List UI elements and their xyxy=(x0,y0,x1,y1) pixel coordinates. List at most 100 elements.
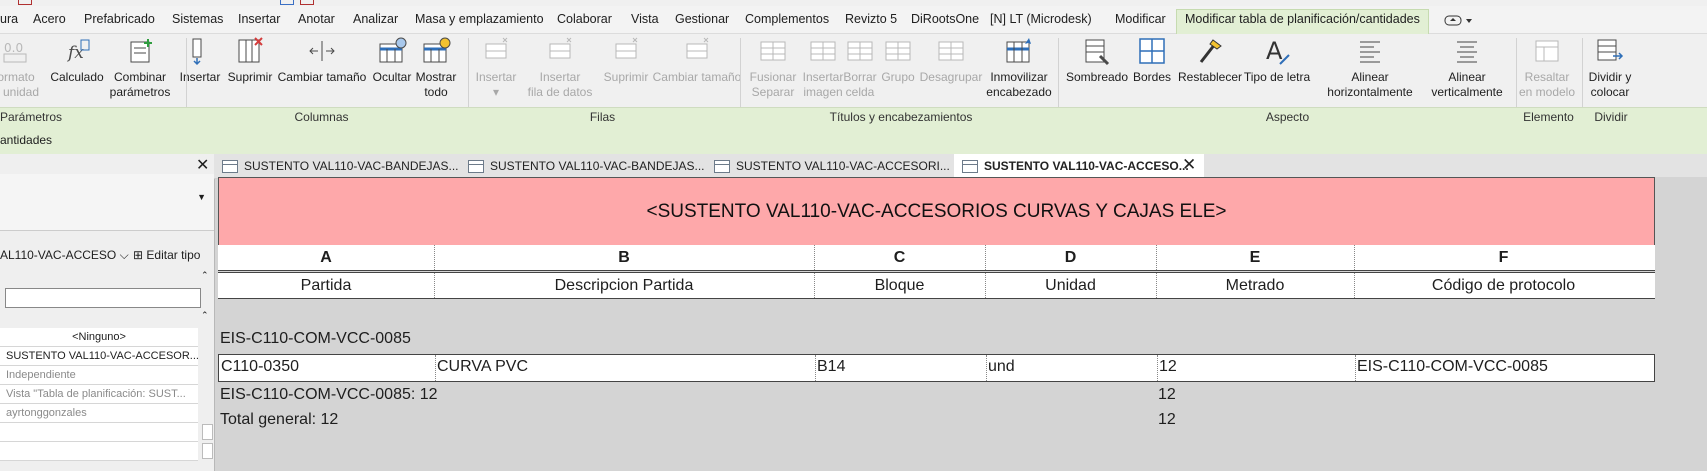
align-horizontal-icon xyxy=(1360,41,1380,63)
property-row[interactable]: ayrtonggonzales xyxy=(0,404,198,423)
menu-item-active[interactable]: Modificar tabla de planificación/cantida… xyxy=(1176,9,1429,34)
grand-total-value[interactable]: 12 xyxy=(1158,411,1176,429)
group-footer-label[interactable]: EIS-C110-COM-VCC-0085: 12 xyxy=(220,386,438,404)
column-letter[interactable]: B xyxy=(434,245,815,270)
alinear-button[interactable]: Alinear horizontalmente xyxy=(1325,36,1415,100)
property-row[interactable] xyxy=(0,442,198,461)
menu-item[interactable]: Modificar xyxy=(1115,12,1166,26)
qa-icon[interactable] xyxy=(280,0,294,5)
cell-unidad[interactable]: und xyxy=(986,355,1158,381)
menu-item[interactable]: Insertar xyxy=(238,12,280,26)
menu-item[interactable]: Colaborar xyxy=(557,12,612,26)
collapse-icon[interactable]: ⌃ xyxy=(201,310,209,321)
header-cell[interactable]: Descripcion Partida xyxy=(434,273,815,298)
tipo-de-letra-button[interactable]: A Tipo de letra xyxy=(1232,36,1322,85)
menu-item[interactable]: Sistemas xyxy=(172,12,223,26)
menu-item[interactable]: [N] LT (Microdesk) xyxy=(990,12,1092,26)
menu-item[interactable]: Gestionar xyxy=(675,12,729,26)
property-row[interactable]: Independiente xyxy=(0,366,198,385)
chevron-down-icon[interactable]: ⌵ xyxy=(120,248,129,262)
button-label-line2: verticalmente xyxy=(1431,85,1503,99)
property-row[interactable] xyxy=(0,423,198,442)
qa-icon[interactable] xyxy=(300,0,314,5)
column-letter[interactable]: E xyxy=(1156,245,1355,270)
context-bar: antidades xyxy=(0,126,1707,155)
header-cell[interactable]: Bloque xyxy=(814,273,986,298)
header-cell[interactable]: Metrado xyxy=(1156,273,1355,298)
close-tab-icon[interactable]: ✕ xyxy=(1182,155,1196,175)
highlight-in-model-icon xyxy=(1535,40,1559,62)
type-selector-dropdown[interactable]: ▼ xyxy=(0,174,214,231)
insert-data-row-icon xyxy=(549,37,572,59)
menu-item[interactable]: Analizar xyxy=(353,12,398,26)
group-footer-value[interactable]: 12 xyxy=(1158,386,1176,404)
close-icon[interactable]: ✕ xyxy=(196,155,209,175)
cell-metrado[interactable]: 12 xyxy=(1157,355,1356,381)
schedule-title[interactable]: <SUSTENTO VAL110-VAC-ACCESORIOS CURVAS Y… xyxy=(218,177,1655,246)
menu-item[interactable]: Complementos xyxy=(745,12,829,26)
column-letter[interactable]: C xyxy=(814,245,986,270)
cell-descripcion[interactable]: CURVA PVC xyxy=(435,355,816,381)
view-tab[interactable]: SUSTENTO VAL110-VAC-ACCESORI... xyxy=(706,154,950,178)
ribbon-panel-title[interactable]: Parámetros xyxy=(0,110,62,124)
table-row[interactable]: C110-0350 CURVA PVC B14 und 12 EIS-C110-… xyxy=(218,354,1655,382)
collapse-icon[interactable]: ⌃ xyxy=(201,270,209,281)
header-cell[interactable]: Unidad xyxy=(985,273,1157,298)
inmovilizar-button[interactable]: Inmovilizar encabezado xyxy=(974,36,1064,100)
alinear-button[interactable]: Alinear verticalmente xyxy=(1422,36,1512,100)
edit-type-button[interactable]: ⊞ Editar tipo xyxy=(133,248,200,262)
property-row[interactable]: Vista "Tabla de planificación: SUST... xyxy=(0,385,198,404)
delete-column-icon xyxy=(238,37,263,63)
cell-partida[interactable]: C110-0350 xyxy=(219,355,436,381)
column-letter[interactable]: A xyxy=(218,245,435,270)
header-cell[interactable]: Partida xyxy=(218,273,435,298)
group-header[interactable]: EIS-C110-COM-VCC-0085 xyxy=(220,330,411,348)
property-row[interactable]: <Ninguno> xyxy=(0,328,198,347)
delete-row-icon xyxy=(615,37,638,59)
button-label-line2: parámetros xyxy=(109,85,171,99)
ribbon-display-toggle[interactable] xyxy=(1444,14,1474,27)
menu-item[interactable]: Anotar xyxy=(298,12,335,26)
resize-column-icon xyxy=(309,41,335,61)
button-label: Inmovilizar xyxy=(990,70,1048,84)
qa-icon[interactable] xyxy=(18,0,32,5)
cell-codigo[interactable]: EIS-C110-COM-VCC-0085 xyxy=(1355,355,1654,381)
header-cell[interactable]: Código de protocolo xyxy=(1354,273,1653,298)
menu-item[interactable]: ura xyxy=(0,12,18,26)
button-label-line2: colocar xyxy=(1590,85,1630,99)
view-tab[interactable]: SUSTENTO VAL110-VAC-BANDEJAS... xyxy=(460,154,705,178)
chevron-down-icon[interactable]: ▼ xyxy=(197,192,206,202)
schedule-view: <SUSTENTO VAL110-VAC-ACCESORIOS CURVAS Y… xyxy=(218,177,1707,471)
property-value: Independiente xyxy=(6,369,76,381)
ribbon-panel-title[interactable]: Aspecto xyxy=(1060,110,1515,124)
menu-item[interactable]: Vista xyxy=(631,12,659,26)
schedule-icon xyxy=(962,160,978,173)
ribbon-panel-title[interactable]: Columnas xyxy=(215,110,428,124)
view-tab-active[interactable]: SUSTENTO VAL110-VAC-ACCESO... ✕ xyxy=(954,154,1204,178)
freeze-header-icon xyxy=(1006,38,1031,63)
property-button[interactable] xyxy=(202,424,213,440)
button-label-line2: horizontalmente xyxy=(1327,85,1413,99)
column-letter[interactable]: F xyxy=(1354,245,1653,270)
grand-total-label[interactable]: Total general: 12 xyxy=(220,411,338,429)
properties-search-input[interactable] xyxy=(5,288,201,308)
menu-item[interactable]: DiRootsOne xyxy=(911,12,979,26)
cell-bloque[interactable]: B14 xyxy=(815,355,987,381)
property-button[interactable] xyxy=(202,443,213,459)
column-letter[interactable]: D xyxy=(985,245,1157,270)
menu-item[interactable]: Revizto 5 xyxy=(845,12,897,26)
ribbon-panel-title[interactable]: Filas xyxy=(470,110,735,124)
button-label-line2: fila de datos xyxy=(527,85,593,99)
property-row[interactable]: SUSTENTO VAL110-VAC-ACCESOR... xyxy=(0,347,198,366)
view-tab[interactable]: SUSTENTO VAL110-VAC-BANDEJAS... xyxy=(214,154,459,178)
ribbon-panel-title[interactable]: Elemento xyxy=(1515,110,1582,124)
context-label: antidades xyxy=(0,133,53,147)
dividir-y-button[interactable]: Dividir y colocar xyxy=(1565,36,1655,100)
edit-type-icon: ⊞ xyxy=(133,248,147,262)
ribbon-panel-title[interactable]: Títulos y encabezamientos xyxy=(745,110,1057,124)
menu-item[interactable]: Prefabricado xyxy=(84,12,155,26)
menu-item[interactable]: Masa y emplazamiento xyxy=(415,12,544,26)
type-filter-select[interactable]: AL110-VAC-ACCESO ⌵ xyxy=(0,248,129,263)
ribbon-panel-title[interactable]: Dividir xyxy=(1580,110,1642,124)
menu-item[interactable]: Acero xyxy=(33,12,66,26)
